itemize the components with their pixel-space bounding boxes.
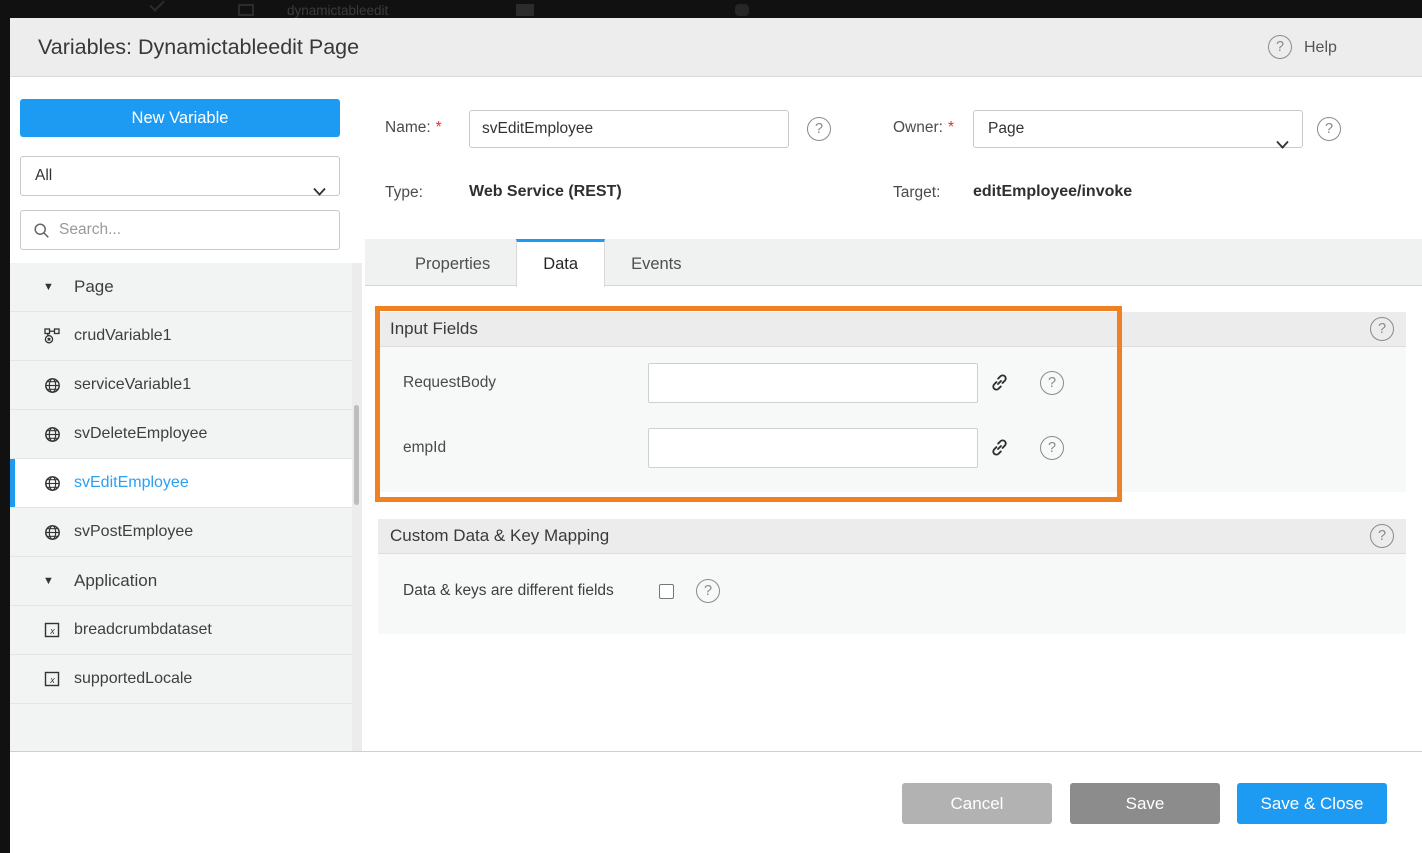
sidebar-group-Application[interactable]: ▼ Application <box>10 557 352 606</box>
sidebar-scrollbar[interactable] <box>352 263 362 751</box>
required-mark: * <box>436 119 442 136</box>
variable-filter-value: All <box>35 167 52 184</box>
input-fields-section: Input Fields RequestBody empId <box>378 312 1406 492</box>
sidebar-item-serviceVariable1[interactable]: serviceVariable1 <box>10 361 352 410</box>
owner-value: Page <box>988 120 1024 137</box>
bind-link-icon[interactable] <box>989 437 1010 463</box>
backdrop-icon <box>238 4 254 16</box>
variable-label: serviceVariable1 <box>74 376 191 394</box>
svg-text:x: x <box>49 675 55 685</box>
sidebar-item-svPostEmployee[interactable]: svPostEmployee <box>10 508 352 557</box>
backdrop-toolbar: dynamictableedit <box>0 0 1422 18</box>
different-fields-checkbox[interactable] <box>659 584 674 599</box>
sidebar-item-crudVariable1[interactable]: crudVariable1 <box>10 312 352 361</box>
dialog-footer: Cancel Save Save & Close <box>10 751 1422 853</box>
variable-label: Application <box>74 571 157 591</box>
model-variable-icon: x <box>43 622 61 638</box>
input-field-row-RequestBody: RequestBody <box>378 363 1406 403</box>
input-fields-header: Input Fields <box>378 312 1406 347</box>
variable-label: Page <box>74 277 114 297</box>
triangle-down-icon: ▼ <box>43 281 61 293</box>
target-value: editEmployee/invoke <box>973 183 1132 201</box>
field-help-icon[interactable] <box>1040 436 1064 460</box>
name-input[interactable] <box>469 110 789 148</box>
type-value: Web Service (REST) <box>469 183 622 201</box>
RequestBody-input[interactable] <box>648 363 978 403</box>
variables-dialog: Variables: Dynamictableedit Page Help Ne… <box>10 18 1422 853</box>
variable-label: svEditEmployee <box>74 474 189 492</box>
owner-label: Owner:* <box>893 119 954 137</box>
different-fields-label: Data & keys are different fields <box>403 582 614 600</box>
backdrop-left-strip <box>0 18 10 853</box>
new-variable-button[interactable]: New Variable <box>20 99 340 137</box>
model-variable-icon: x <box>43 671 61 687</box>
help-link[interactable]: Help <box>1304 18 1337 77</box>
input-fields-body: RequestBody empId <box>378 347 1406 492</box>
sidebar-item-svDeleteEmployee[interactable]: svDeleteEmployee <box>10 410 352 459</box>
cancel-button[interactable]: Cancel <box>902 783 1052 824</box>
owner-help-icon[interactable] <box>1317 117 1341 141</box>
variable-label: svPostEmployee <box>74 523 193 541</box>
input-fields-help-icon[interactable] <box>1370 317 1394 341</box>
field-help-icon[interactable] <box>1040 371 1064 395</box>
chevron-down-icon <box>313 173 326 211</box>
variable-list: ▼ Page crudVariable1 serviceVariable1 svDele… <box>10 263 352 751</box>
globe-icon <box>43 524 61 541</box>
custom-mapping-help-icon[interactable] <box>1370 524 1394 548</box>
tab-properties[interactable]: Properties <box>389 239 516 287</box>
field-label: empId <box>403 428 446 468</box>
required-mark: * <box>948 119 954 136</box>
variable-label: crudVariable1 <box>74 327 172 345</box>
search-input[interactable] <box>59 212 334 248</box>
sidebar-item-breadcrumbdataset[interactable]: x breadcrumbdataset <box>10 606 352 655</box>
variable-search-box <box>20 210 340 250</box>
chevron-down-icon <box>1276 127 1289 163</box>
name-help-icon[interactable] <box>807 117 831 141</box>
globe-icon <box>43 426 61 443</box>
dialog-title: Variables: Dynamictableedit Page <box>38 18 359 77</box>
tab-bar: PropertiesDataEvents <box>365 239 1422 286</box>
triangle-down-icon: ▼ <box>43 575 61 587</box>
backdrop-toolbar-title: dynamictableedit <box>287 3 388 18</box>
variable-label: svDeleteEmployee <box>74 425 207 443</box>
input-fields-title: Input Fields <box>390 312 478 346</box>
target-label: Target: <box>893 184 940 202</box>
variable-filter-select[interactable]: All <box>20 156 340 196</box>
type-label: Type: <box>385 184 423 202</box>
screen: dynamictableedit Variables: Dynamictable… <box>0 0 1422 853</box>
different-fields-help-icon[interactable] <box>696 579 720 603</box>
scrollbar-thumb[interactable] <box>354 405 359 505</box>
save-button[interactable]: Save <box>1070 783 1220 824</box>
backdrop-icon <box>516 4 534 16</box>
variable-label: supportedLocale <box>74 670 192 688</box>
custom-mapping-body: Data & keys are different fields <box>378 554 1406 634</box>
tab-events[interactable]: Events <box>605 239 707 287</box>
field-label: RequestBody <box>403 363 496 403</box>
custom-mapping-title: Custom Data & Key Mapping <box>390 519 609 553</box>
custom-mapping-section: Custom Data & Key Mapping Data & keys ar… <box>378 519 1406 634</box>
backdrop-icon <box>735 4 749 16</box>
name-label: Name:* <box>385 119 442 137</box>
variable-label: breadcrumbdataset <box>74 621 212 639</box>
bind-link-icon[interactable] <box>989 372 1010 398</box>
globe-icon <box>43 377 61 394</box>
search-icon <box>33 222 50 239</box>
owner-select[interactable]: Page <box>973 110 1303 148</box>
svg-text:x: x <box>49 626 55 636</box>
input-field-row-empId: empId <box>378 428 1406 468</box>
globe-icon <box>43 475 61 492</box>
custom-mapping-header: Custom Data & Key Mapping <box>378 519 1406 554</box>
backdrop-icon <box>149 0 165 12</box>
sidebar-item-svEditEmployee[interactable]: svEditEmployee <box>10 459 352 508</box>
help-icon[interactable] <box>1268 35 1292 59</box>
sidebar-item-supportedLocale[interactable]: x supportedLocale <box>10 655 352 704</box>
save-and-close-button[interactable]: Save & Close <box>1237 783 1387 824</box>
crud-variable-icon <box>43 328 61 344</box>
sidebar-group-Page[interactable]: ▼ Page <box>10 263 352 312</box>
tab-data[interactable]: Data <box>516 239 605 287</box>
empId-input[interactable] <box>648 428 978 468</box>
